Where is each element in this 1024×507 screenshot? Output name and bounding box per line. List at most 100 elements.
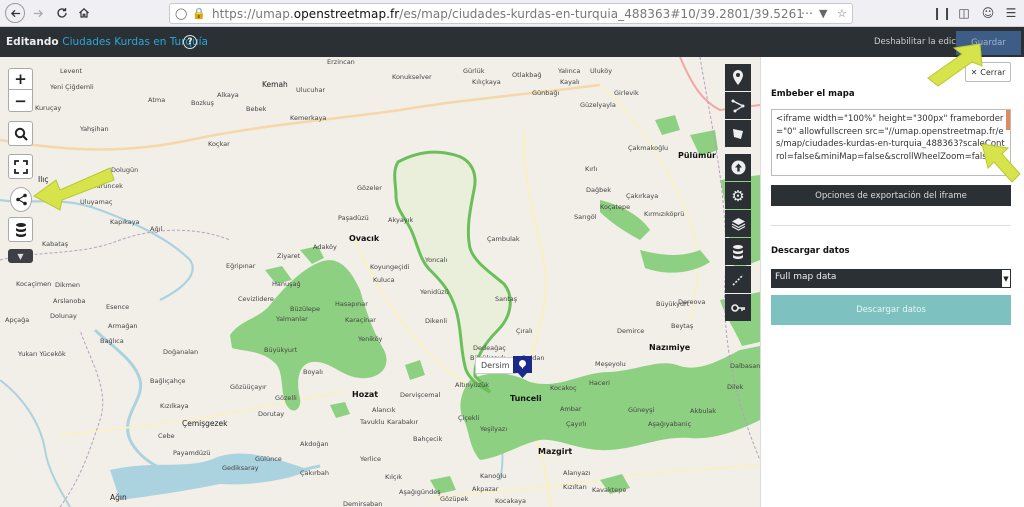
place-label: Dorutay (258, 410, 285, 418)
pocket-icon[interactable]: ▼ (819, 7, 827, 20)
annotation-arrow-save (927, 43, 983, 87)
place-label: Dolunay (50, 312, 77, 320)
place-label: Altınyüzük (455, 381, 489, 389)
place-label: Aşağıgündeş (399, 488, 441, 496)
textarea-scrollbar[interactable] (1006, 110, 1010, 130)
data-layers-button[interactable] (8, 217, 33, 242)
browser-toolbar: ◯ 🔒 https://umap.openstreetmap.fr/es/map… (0, 0, 1024, 27)
gear-icon: ⚙ (731, 186, 745, 205)
place-label: Sarıgöl (574, 213, 597, 221)
menu-icon[interactable]: ☰ (1004, 6, 1018, 20)
place-label: Günbağı (532, 89, 560, 97)
place-label: Adaköy (313, 243, 337, 251)
select-arrow-icon[interactable]: ▼ (1002, 270, 1010, 287)
draw-line-button[interactable] (725, 92, 751, 119)
place-label: Demirsaban (343, 500, 383, 507)
manage-datalayers-button[interactable] (725, 238, 751, 265)
map-settings-button[interactable]: ⚙ (725, 182, 751, 209)
place-label: Yahşihan (80, 125, 109, 133)
home-button[interactable] (74, 3, 94, 23)
place-label: Güneyşi (628, 406, 655, 414)
key-icon (730, 303, 745, 312)
url-host: openstreetmap.fr (293, 7, 400, 21)
place-label: Cevizlidere (238, 295, 274, 303)
place-label: Bozkuş (191, 99, 214, 107)
library-icon[interactable]: ❙❙ (932, 6, 952, 20)
place-label: Alancık (372, 406, 396, 414)
place-label: Dervişcemal (400, 391, 441, 399)
road (59, 389, 351, 436)
place-label: Karabakır (387, 418, 419, 426)
embed-code-textarea[interactable]: <iframe width="100%" height="300px" fram… (771, 109, 1011, 176)
place-label: Kocakaya (495, 497, 526, 505)
zoom-in-button[interactable]: + (8, 68, 33, 90)
permissions-button[interactable] (725, 294, 751, 321)
url-text[interactable]: https://umap.openstreetmap.fr/es/map/ciu… (212, 7, 804, 21)
place-label: Alanyazı (563, 469, 591, 477)
editing-label: Editando (6, 36, 59, 48)
place-label: Koçkar (208, 140, 230, 148)
iframe-export-options-button[interactable]: Opciones de exportación del iframe (771, 185, 1011, 206)
reload-button[interactable] (52, 3, 72, 23)
place-label: Yeşilyazı (480, 425, 508, 433)
tile-layers-button[interactable] (725, 210, 751, 237)
shield-icon[interactable]: ◯ (175, 7, 187, 20)
place-label: Girlevik (614, 89, 639, 97)
map-canvas[interactable]: Levent Yeni Çiğdemli Kuruçay Yahşihan Dolugü… (0, 57, 760, 507)
place-label: Kayalı (560, 78, 580, 86)
layers-icon (731, 217, 745, 231)
place-label: Kemah (262, 80, 288, 89)
place-label: Konukselver (392, 73, 432, 81)
place-label: Yoncalı (425, 256, 448, 264)
place-label: Esence (106, 303, 130, 311)
place-label: Gözelli (275, 394, 297, 402)
place-label: Yukarı Yücekök (18, 350, 66, 358)
search-icon (14, 127, 28, 141)
place-label: Çıralı (516, 327, 533, 335)
admin-border (59, 329, 104, 507)
edit-tools-button[interactable] (725, 266, 751, 293)
place-label: Kırmızıköprü (644, 210, 685, 218)
place-label: Dalbasan (730, 362, 760, 370)
place-label: Çemişgezek (182, 419, 228, 428)
more-controls-button[interactable]: ▼ (8, 249, 33, 263)
polyline-icon (731, 99, 745, 112)
zoom-out-button[interactable]: − (8, 90, 33, 112)
bookmark-star-icon[interactable]: ☆ (837, 7, 847, 20)
back-button[interactable] (5, 3, 25, 23)
place-label: Kızıltan (563, 483, 587, 491)
account-icon[interactable]: ☺ (981, 6, 995, 20)
fullscreen-button[interactable] (8, 154, 33, 179)
place-label: Bahçecik (413, 435, 443, 443)
help-icon[interactable]: ? (183, 35, 197, 49)
place-label: Bebek (246, 105, 267, 113)
download-heading: Descargar datos (771, 246, 850, 256)
download-format-select[interactable]: Full map data (771, 269, 1011, 288)
sidebar-icon[interactable]: ◫ (957, 6, 971, 20)
search-button[interactable] (8, 121, 33, 146)
place-label: Cebe (158, 432, 175, 440)
import-data-button[interactable] (725, 154, 751, 181)
url-prefix: https://umap. (212, 7, 294, 21)
url-bar[interactable]: ◯ 🔒 https://umap.openstreetmap.fr/es/map… (169, 3, 853, 24)
place-label: Kızılkaya (160, 402, 189, 410)
map-marker-icon[interactable] (513, 356, 532, 378)
place-label: Arslanoba (53, 297, 86, 305)
download-data-button[interactable]: Descargar datos (771, 295, 1011, 325)
place-label: Kuluca (373, 276, 395, 284)
place-label: Akpazar (472, 485, 499, 493)
draw-polygon-button[interactable] (725, 120, 751, 147)
draw-marker-button[interactable] (725, 64, 751, 91)
more-actions-icon[interactable]: ⋯ (801, 6, 813, 20)
lock-icon[interactable]: 🔒 (192, 7, 206, 20)
share-button[interactable] (10, 187, 32, 212)
place-label: Karaçinar (345, 316, 376, 324)
place-label: Tavuklu (360, 418, 385, 426)
place-label: Yeni Çiğdemli (50, 83, 94, 91)
polygon-icon (733, 128, 743, 139)
forward-button[interactable] (28, 3, 48, 23)
place-label: Güzelyayla (580, 101, 616, 109)
place-label: Beytaş (671, 322, 694, 330)
place-label: Kocaçimen (16, 280, 52, 288)
panel-divider (771, 225, 1011, 226)
